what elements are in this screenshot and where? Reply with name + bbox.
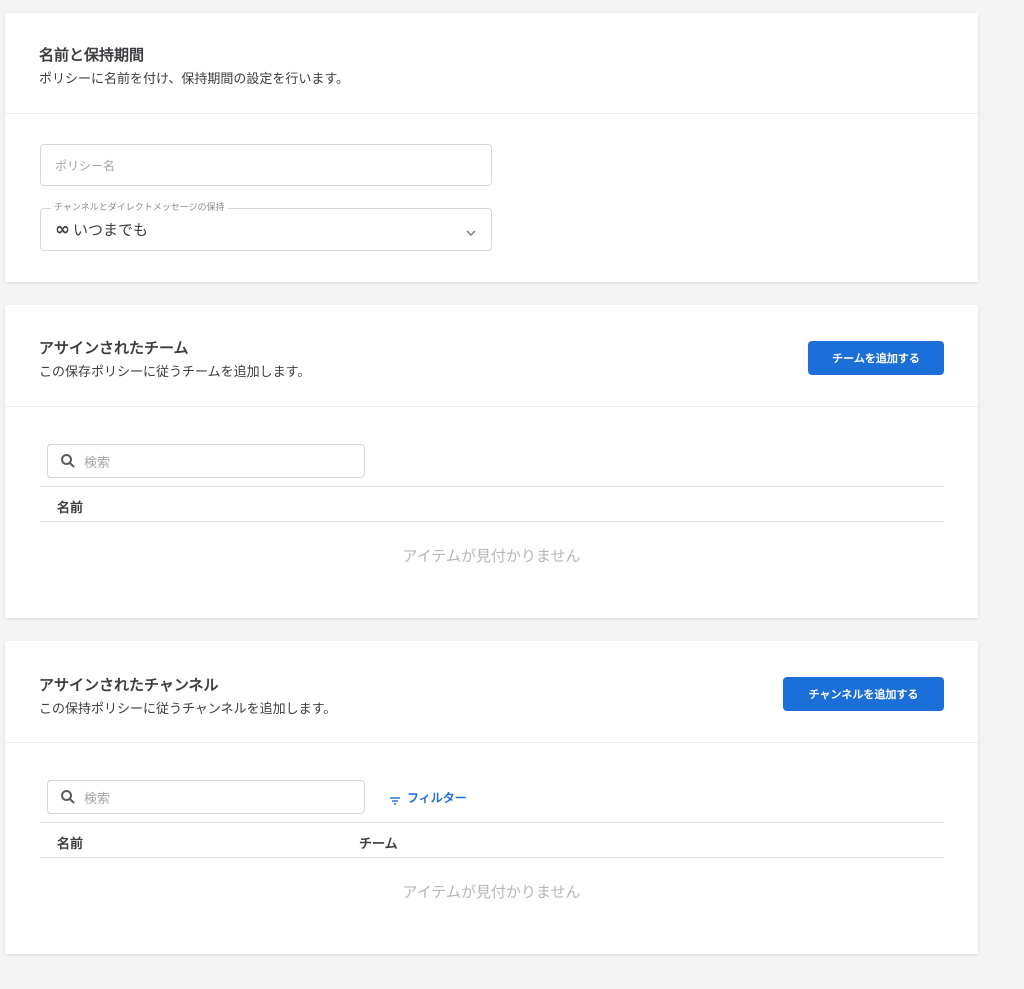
teams-column-name: 名前 (57, 501, 84, 516)
retention-select[interactable]: チャンネルとダイレクトメッセージの保持 ∞ いつまでも (40, 202, 492, 251)
assigned-teams-header: アサインされたチーム この保存ポリシーに従うチームを追加します。 チームを追加す… (5, 305, 978, 407)
channels-table-top-border (40, 822, 944, 823)
assigned-channels-title: アサインされたチャンネル (39, 676, 219, 694)
search-icon (60, 453, 76, 469)
filter-icon (389, 792, 401, 805)
retention-label: チャンネルとダイレクトメッセージの保持 (51, 202, 228, 214)
teams-table-top-border (40, 486, 944, 487)
channels-search-placeholder: 検索 (84, 791, 111, 807)
policy-name-placeholder: ポリシー名 (55, 158, 116, 173)
filter-button[interactable]: フィルター (389, 789, 467, 806)
add-team-button[interactable]: チームを追加する (808, 341, 944, 375)
channels-empty-message: アイテムが見付かりません (402, 883, 581, 901)
channels-column-name: 名前 (57, 837, 84, 852)
channels-column-team: チーム (359, 837, 398, 852)
channels-search-input[interactable]: 検索 (47, 780, 365, 814)
assigned-teams-subtitle: この保存ポリシーに従うチームを追加します。 (39, 365, 311, 380)
name-retention-header: 名前と保持期間 ポリシーに名前を付け、保持期間の設定を行います。 (5, 13, 978, 114)
infinity-icon: ∞ (55, 218, 70, 240)
teams-search-input[interactable]: 検索 (47, 444, 365, 478)
assigned-channels-header: アサインされたチャンネル この保持ポリシーに従うチャンネルを追加します。 チャン… (5, 641, 978, 743)
assigned-teams-title: アサインされたチーム (39, 339, 189, 357)
teams-search-placeholder: 検索 (84, 455, 111, 471)
assigned-teams-card: アサインされたチーム この保存ポリシーに従うチームを追加します。 チームを追加す… (5, 305, 978, 618)
teams-table-header-border (40, 521, 944, 522)
name-retention-card: 名前と保持期間 ポリシーに名前を付け、保持期間の設定を行います。 ポリシー名 チ… (5, 13, 978, 282)
assigned-channels-card: アサインされたチャンネル この保持ポリシーに従うチャンネルを追加します。 チャン… (5, 641, 978, 954)
add-channel-button[interactable]: チャンネルを追加する (783, 677, 944, 711)
name-retention-subtitle: ポリシーに名前を付け、保持期間の設定を行います。 (39, 72, 350, 87)
retention-value: いつまでも (73, 221, 149, 239)
channels-table-header-border (40, 857, 944, 858)
policy-name-input[interactable]: ポリシー名 (40, 144, 492, 186)
filter-label: フィルター (407, 791, 467, 805)
search-icon (60, 789, 76, 805)
chevron-down-icon (465, 224, 477, 237)
assigned-channels-subtitle: この保持ポリシーに従うチャンネルを追加します。 (39, 702, 337, 717)
name-retention-title: 名前と保持期間 (39, 46, 145, 64)
teams-empty-message: アイテムが見付かりません (402, 547, 581, 565)
